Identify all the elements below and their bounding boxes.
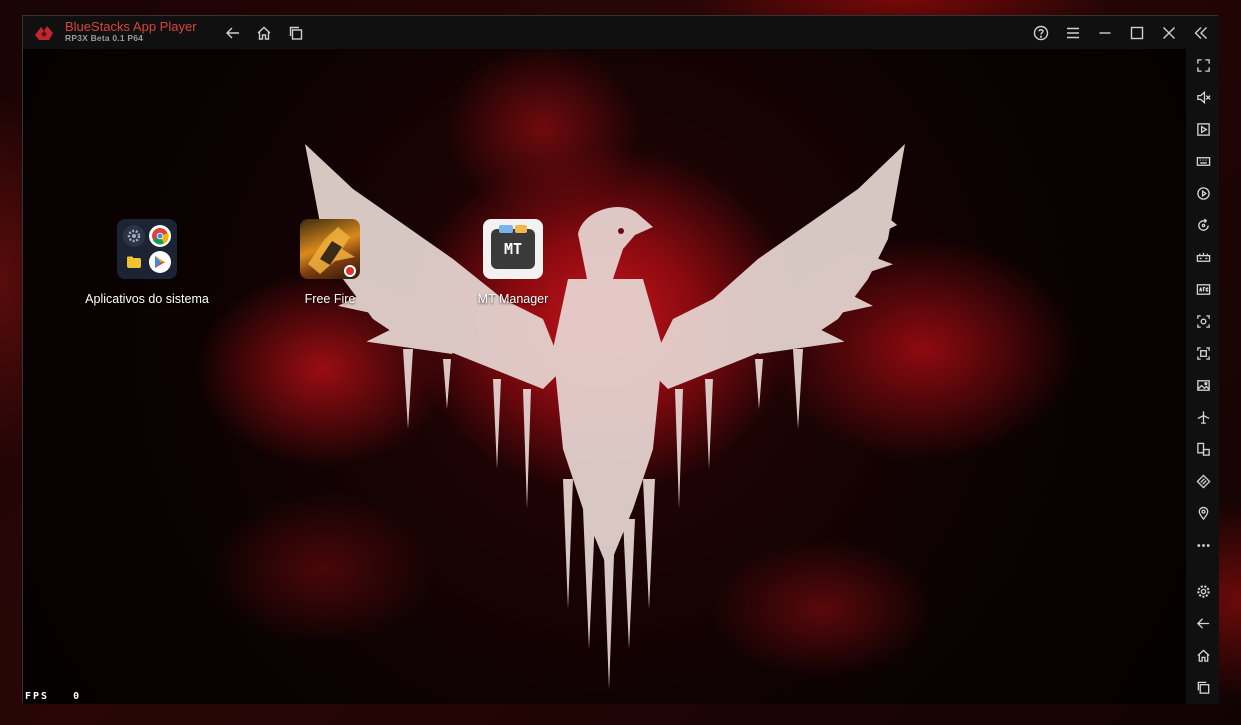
macro-button[interactable] (1194, 184, 1212, 202)
maximize-button[interactable] (1127, 23, 1147, 43)
game-controls-button[interactable] (1194, 248, 1212, 266)
chrome-app-icon (149, 225, 171, 247)
rotate-button[interactable] (1194, 216, 1212, 234)
volume-mute-icon (1196, 90, 1211, 104)
airplane-mode-button[interactable] (1194, 408, 1212, 426)
back-icon (1196, 617, 1209, 629)
apk-install-button[interactable] (1194, 280, 1212, 298)
eco-mode-icon (1195, 473, 1211, 489)
multi-instance-button[interactable] (1194, 440, 1212, 458)
record-button[interactable] (1194, 344, 1212, 362)
fps-value: 0 (73, 691, 82, 702)
app-title: BlueStacks App Player (65, 19, 197, 34)
close-button[interactable] (1159, 23, 1179, 43)
home-icon (257, 26, 271, 40)
help-button[interactable] (1031, 23, 1051, 43)
app-title-block: BlueStacks App Player RP3X Beta 0.1 P64 (65, 20, 197, 43)
back-button[interactable] (223, 23, 243, 43)
collapse-sidebar-icon (1194, 27, 1207, 39)
record-icon (1196, 346, 1210, 360)
system-apps-folder-icon (117, 219, 177, 279)
multi-instance-icon (1196, 442, 1210, 456)
maximize-icon (1130, 26, 1144, 40)
macro-icon (1196, 186, 1210, 200)
sidebar-recent-apps-button[interactable] (1194, 678, 1212, 696)
mt-manager-icon: MT (483, 219, 543, 279)
fps-counter: FPS 0 (25, 691, 81, 702)
close-icon (1163, 27, 1175, 39)
rotate-icon (1197, 217, 1209, 231)
recent-apps-button[interactable] (286, 23, 306, 43)
location-icon (1198, 506, 1208, 520)
mt-manager-icon-text: MT (503, 240, 523, 258)
game-controls-icon (1196, 252, 1210, 262)
collapse-sidebar-button[interactable] (1191, 23, 1211, 43)
more-icon (1196, 543, 1210, 547)
files-app-icon (123, 251, 145, 273)
back-icon (226, 27, 239, 39)
right-toolbar (1186, 49, 1219, 704)
play-store-app-icon (149, 251, 171, 273)
gallery-icon (1196, 379, 1210, 391)
minimize-icon (1099, 32, 1111, 34)
recent-apps-icon (1197, 681, 1209, 694)
screenshot-icon (1196, 314, 1210, 328)
fps-label: FPS (25, 691, 50, 702)
bluestacks-logo-icon (35, 26, 53, 40)
fullscreen-button[interactable] (1194, 56, 1212, 74)
media-manager-button[interactable] (1194, 120, 1212, 138)
app-version: RP3X Beta 0.1 P64 (65, 32, 144, 43)
recent-apps-icon (289, 26, 303, 40)
more-button[interactable] (1194, 536, 1212, 554)
settings-icon (1196, 584, 1210, 598)
android-home-screen[interactable]: Aplicativos do sistema Free Fire MT MT M… (23, 49, 1186, 704)
help-icon (1033, 25, 1049, 41)
app-label: Aplicativos do sistema (85, 292, 209, 306)
fullscreen-icon (1196, 58, 1210, 72)
menu-icon (1067, 27, 1079, 39)
sidebar-home-button[interactable] (1194, 646, 1212, 664)
eco-mode-button[interactable] (1194, 472, 1212, 490)
location-button[interactable] (1194, 504, 1212, 522)
title-bar: BlueStacks App Player RP3X Beta 0.1 P64 (23, 16, 1219, 49)
app-system-apps[interactable]: Aplicativos do sistema (79, 219, 215, 306)
sidebar-back-button[interactable] (1194, 614, 1212, 632)
media-manager-icon (1196, 122, 1210, 136)
apk-install-icon (1196, 283, 1210, 295)
settings-button[interactable] (1194, 582, 1212, 600)
home-button[interactable] (254, 23, 274, 43)
volume-button[interactable] (1194, 88, 1212, 106)
app-free-fire[interactable]: Free Fire (280, 219, 380, 306)
home-icon (1196, 648, 1210, 662)
airplane-icon (1197, 410, 1209, 424)
free-fire-icon (300, 219, 360, 279)
keyboard-icon (1196, 156, 1210, 166)
app-label: MT Manager (477, 292, 549, 306)
eagle-wallpaper (305, 144, 905, 689)
menu-button[interactable] (1063, 23, 1083, 43)
settings-app-icon (123, 225, 145, 247)
keyboard-button[interactable] (1194, 152, 1212, 170)
gallery-button[interactable] (1194, 376, 1212, 394)
minimize-button[interactable] (1095, 23, 1115, 43)
app-label: Free Fire (304, 292, 356, 306)
app-mt-manager[interactable]: MT MT Manager (463, 219, 563, 306)
screenshot-button[interactable] (1194, 312, 1212, 330)
bluestacks-window: BlueStacks App Player RP3X Beta 0.1 P64 (22, 15, 1219, 704)
